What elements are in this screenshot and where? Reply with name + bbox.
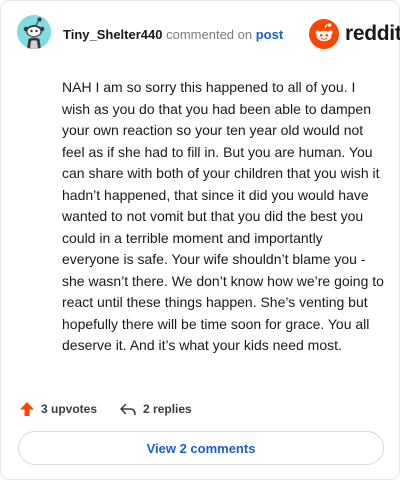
reply-button[interactable]: 2 replies — [119, 401, 192, 417]
reddit-logo-icon — [309, 19, 339, 49]
view-comments-button[interactable]: View 2 comments — [18, 431, 384, 465]
username[interactable]: Tiny_Shelter440 — [63, 27, 162, 42]
comment-card: Tiny_Shelter440 commented on post reddit… — [0, 0, 400, 480]
comment-meta: Tiny_Shelter440 commented on post — [63, 27, 283, 43]
snoo-avatar-icon — [17, 15, 51, 49]
reddit-logo[interactable]: reddit — [309, 19, 400, 49]
comment-actions: 3 upvotes 2 replies — [19, 399, 192, 419]
action-text: commented on — [166, 27, 253, 42]
upvote-arrow-icon — [20, 402, 34, 416]
upvote-count: 3 upvotes — [41, 402, 98, 416]
avatar[interactable] — [17, 15, 51, 49]
reply-count: 2 replies — [143, 402, 192, 416]
logo-text: reddit — [345, 22, 400, 45]
comment-body: NAH I am so sorry this happened to all o… — [62, 79, 384, 353]
upvote-button[interactable]: 3 upvotes — [19, 401, 97, 417]
comment-header: Tiny_Shelter440 commented on post reddit — [1, 1, 400, 67]
reply-arrow-icon — [120, 403, 136, 416]
post-link[interactable]: post — [256, 27, 283, 42]
